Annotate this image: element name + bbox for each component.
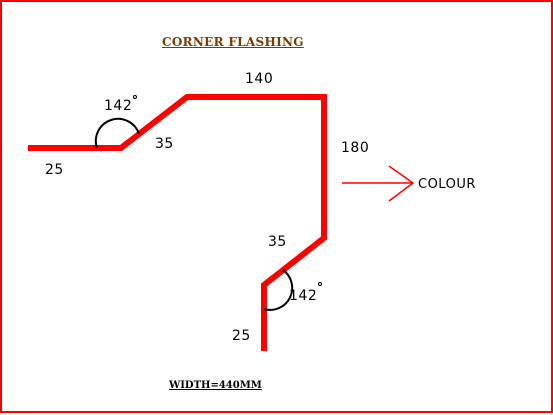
upper-angle-arc bbox=[94, 117, 140, 149]
angle-upper-label: 142 bbox=[104, 98, 133, 114]
flashing-profile bbox=[28, 94, 327, 351]
drawing-canvas: CORNER FLASHING 25 142 35 140 180 COLOUR… bbox=[0, 0, 553, 413]
degree-symbol bbox=[318, 282, 322, 286]
dim-bottom-drop: 25 bbox=[232, 328, 251, 344]
angle-lower-label: 142 bbox=[289, 288, 318, 304]
flashing-drawing bbox=[28, 94, 415, 351]
width-note: WIDTH=440MM bbox=[169, 380, 262, 391]
colour-arrow bbox=[342, 165, 415, 202]
dim-top-run: 140 bbox=[245, 71, 274, 87]
degree-symbol bbox=[133, 95, 137, 99]
colour-label: COLOUR bbox=[418, 177, 476, 192]
dim-lower-slope: 35 bbox=[268, 234, 287, 250]
dim-upper-slope: 35 bbox=[155, 136, 174, 152]
dim-right-drop: 180 bbox=[341, 140, 370, 156]
dim-top-left-flat: 25 bbox=[45, 162, 64, 178]
